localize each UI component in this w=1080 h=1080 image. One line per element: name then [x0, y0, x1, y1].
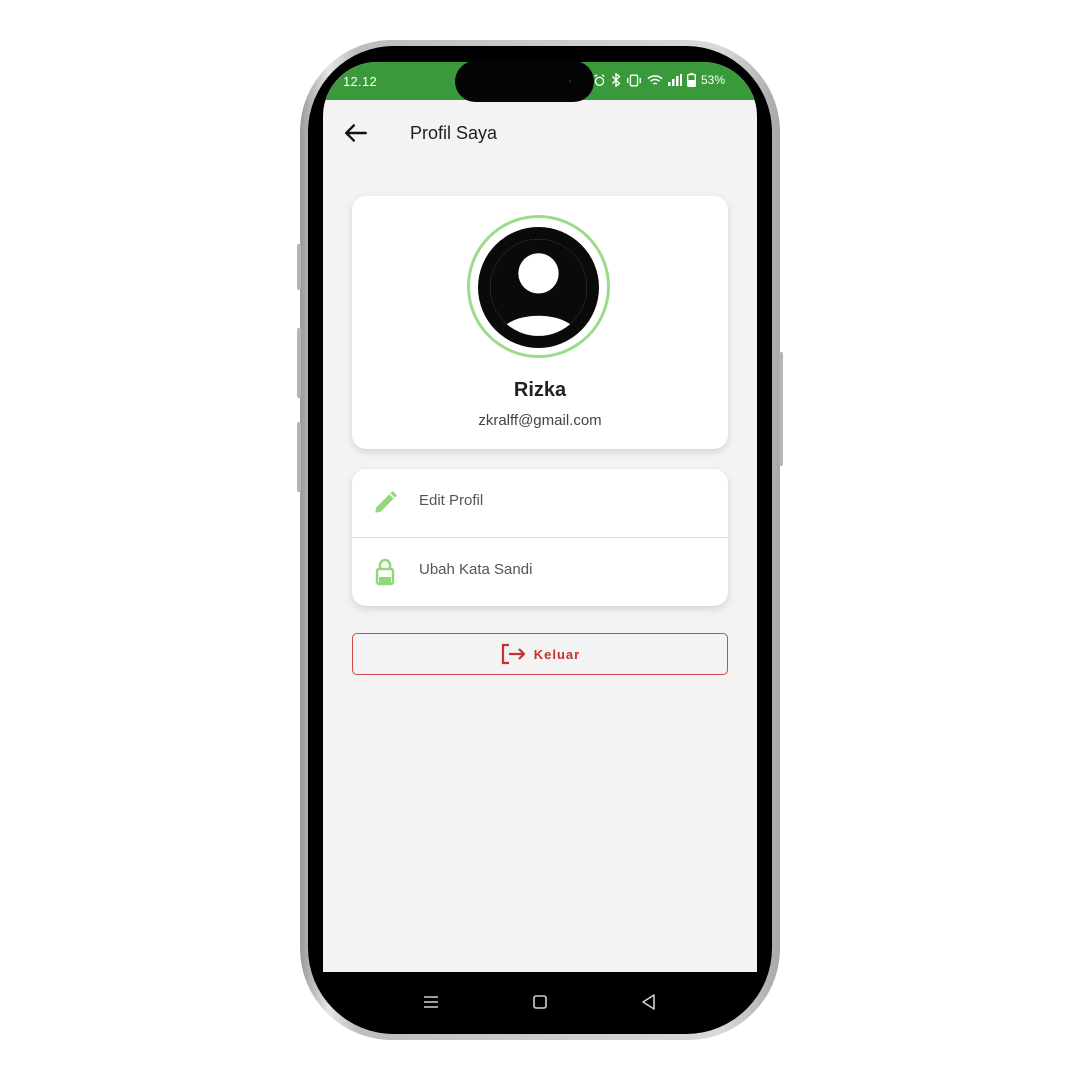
menu-icon[interactable]: [421, 992, 441, 1012]
back-triangle-icon[interactable]: [639, 992, 659, 1012]
alarm-icon: [594, 73, 605, 86]
system-nav-bar: [323, 972, 757, 1032]
side-button: [297, 328, 301, 398]
vibrate-icon: [627, 74, 641, 86]
profile-email: zkralff@gmail.com: [478, 412, 602, 429]
power-button: [779, 352, 783, 466]
wifi-icon: [647, 74, 663, 85]
logout-button[interactable]: Keluar: [352, 633, 728, 675]
logout-label: Keluar: [533, 646, 581, 662]
profile-card: Rizka zkralff@gmail.com: [352, 196, 728, 449]
battery-icon: [686, 73, 696, 87]
camera-dot: [569, 80, 571, 82]
app-bar: Profil Saya: [323, 100, 757, 164]
signal-icon: [667, 74, 682, 86]
camera-island: [455, 61, 594, 102]
side-button: [297, 244, 301, 290]
settings-menu: Edit Profil Ubah Kata Sandi: [352, 469, 728, 606]
pencil-icon: [375, 491, 397, 513]
arrow-left-icon[interactable]: [343, 120, 369, 146]
profile-name: Rizka: [513, 379, 567, 401]
status-time: 12.12: [343, 74, 378, 89]
battery-percent: 53%: [700, 73, 725, 87]
lock-icon: [375, 558, 395, 586]
side-button: [297, 422, 301, 492]
account-circle-icon: [478, 227, 599, 348]
page-title: Profil Saya: [410, 123, 498, 143]
menu-item-label: Edit Profil: [419, 492, 484, 509]
change-password-item[interactable]: Ubah Kata Sandi: [352, 538, 728, 606]
phone-frame: 12.12 53% Profil Saya Rizka zkralff@gmai…: [297, 40, 783, 1040]
app-screen: 12.12 53% Profil Saya Rizka zkralff@gmai…: [323, 62, 757, 972]
status-icons: 53%: [593, 73, 725, 87]
logout-icon: [501, 643, 525, 665]
bluetooth-icon: [611, 73, 621, 87]
phone-body: 12.12 53% Profil Saya Rizka zkralff@gmai…: [308, 46, 772, 1034]
menu-item-label: Ubah Kata Sandi: [419, 561, 533, 578]
edit-profile-item[interactable]: Edit Profil: [352, 469, 728, 538]
home-square-icon[interactable]: [530, 992, 550, 1012]
